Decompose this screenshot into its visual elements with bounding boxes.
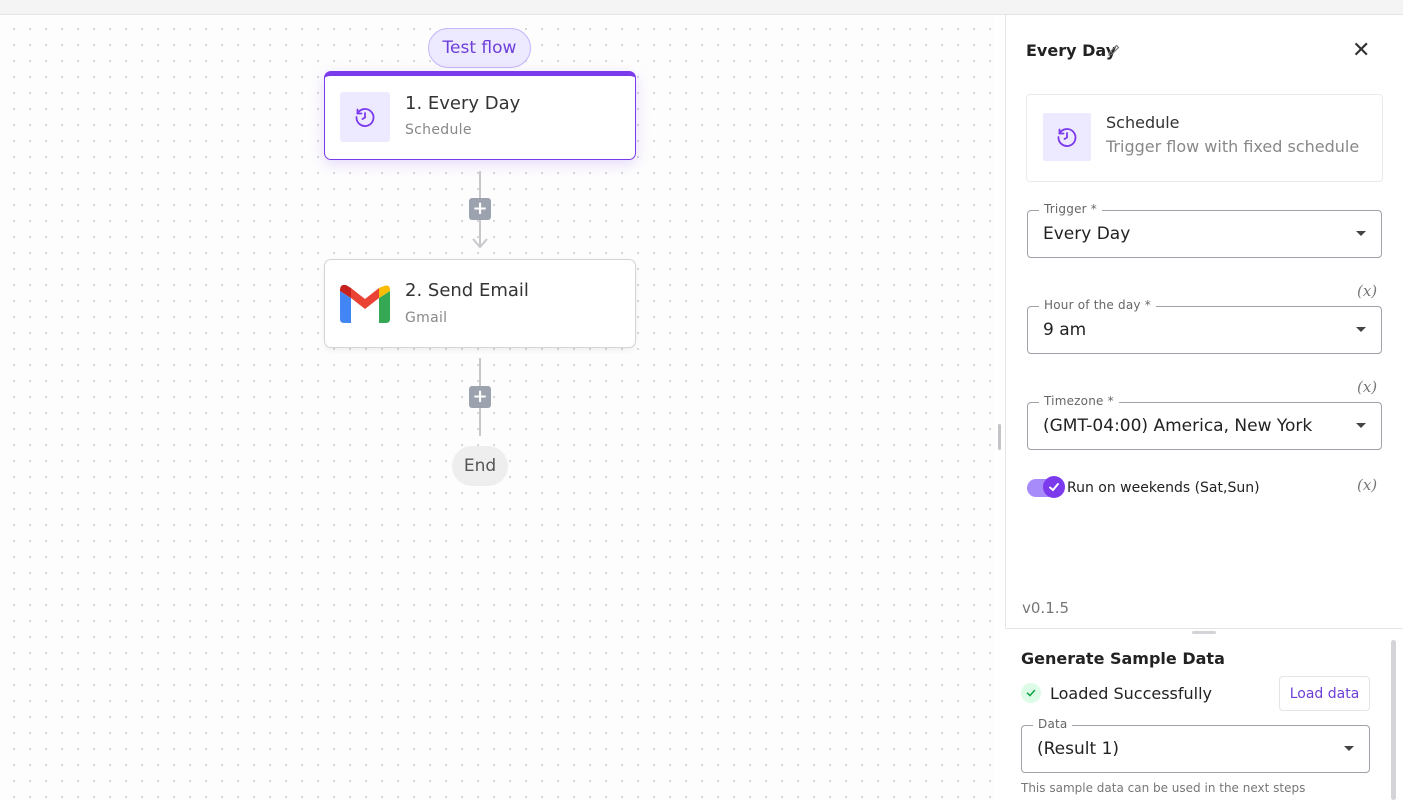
step-card-every-day[interactable]: 1. Every Day Schedule: [324, 71, 636, 160]
pencil-icon[interactable]: [1107, 43, 1121, 57]
chevron-down-icon: [1356, 327, 1366, 332]
field-value: Every Day: [1043, 224, 1131, 244]
sample-data-panel: Generate Sample Data Loaded Successfully…: [1005, 628, 1403, 800]
field-value: (GMT-04:00) America, New York: [1043, 416, 1313, 436]
chevron-down-icon: [1344, 746, 1354, 751]
step-subtitle: Schedule: [405, 122, 472, 138]
dynamic-value-toggle[interactable]: (x): [1357, 282, 1377, 300]
step-title: 1. Every Day: [405, 93, 521, 114]
chevron-down-icon: [1356, 423, 1366, 428]
check-circle-icon: [1021, 683, 1041, 703]
top-bar: [0, 0, 1403, 15]
panel-resize-handle[interactable]: [998, 424, 1001, 450]
step-settings-panel: Every Day ✕ Schedule Trigger flow with f…: [1005, 15, 1403, 627]
clock-icon: [1043, 113, 1091, 161]
hour-select[interactable]: Hour of the day * 9 am: [1027, 298, 1382, 354]
sample-help-text: This sample data can be used in the next…: [1021, 781, 1306, 795]
arrow-down-icon: [472, 238, 488, 249]
gmail-icon: [340, 279, 390, 329]
field-value: (Result 1): [1037, 739, 1120, 759]
piece-version: v0.1.5: [1022, 599, 1070, 617]
weekends-toggle[interactable]: [1027, 476, 1065, 498]
test-flow-button[interactable]: Test flow: [428, 28, 531, 68]
scrollbar[interactable]: [1391, 640, 1396, 800]
trigger-select[interactable]: Trigger * Every Day: [1027, 202, 1382, 258]
step-title: 2. Send Email: [405, 280, 529, 301]
sample-data-title: Generate Sample Data: [1021, 649, 1225, 668]
resize-grip[interactable]: [1192, 631, 1216, 634]
load-status: Loaded Successfully: [1050, 684, 1213, 703]
step-card-send-email[interactable]: 2. Send Email Gmail: [324, 259, 636, 348]
sample-data-select[interactable]: Data (Result 1): [1021, 717, 1370, 773]
load-data-button[interactable]: Load data: [1279, 676, 1370, 711]
piece-description: Trigger flow with fixed schedule: [1106, 137, 1360, 156]
field-label: Data: [1033, 717, 1073, 731]
field-label: Hour of the day *: [1039, 298, 1156, 312]
panel-title[interactable]: Every Day: [1026, 41, 1116, 60]
weekends-label: Run on weekends (Sat,Sun): [1067, 480, 1260, 496]
step-subtitle: Gmail: [405, 310, 448, 326]
add-step-button[interactable]: +: [469, 198, 491, 220]
timezone-select[interactable]: Timezone * (GMT-04:00) America, New York: [1027, 394, 1382, 450]
end-marker: End: [452, 446, 508, 486]
piece-info-card: Schedule Trigger flow with fixed schedul…: [1026, 94, 1383, 182]
field-value: 9 am: [1043, 320, 1087, 340]
dynamic-value-toggle[interactable]: (x): [1357, 476, 1377, 494]
chevron-down-icon: [1356, 231, 1366, 236]
piece-name: Schedule: [1106, 113, 1180, 132]
field-label: Trigger *: [1039, 202, 1102, 216]
clock-icon: [340, 92, 390, 142]
check-icon: [1043, 476, 1065, 498]
close-icon[interactable]: ✕: [1352, 40, 1370, 62]
flow-canvas[interactable]: Test flow 1. Every Day Schedule + 2. Sen: [0, 15, 995, 800]
dynamic-value-toggle[interactable]: (x): [1357, 378, 1377, 396]
add-step-button[interactable]: +: [469, 386, 491, 408]
field-label: Timezone *: [1039, 394, 1119, 408]
